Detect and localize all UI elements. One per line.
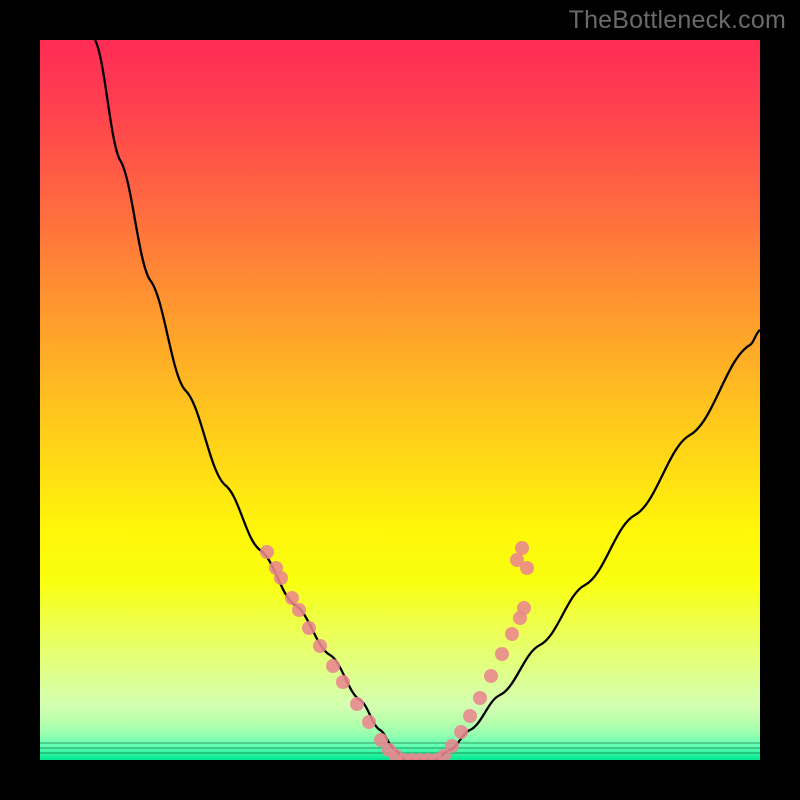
marker-dot: [274, 571, 288, 585]
curve-paths: [95, 40, 760, 760]
marker-dot: [421, 753, 435, 760]
bottom-stripe: [40, 747, 760, 749]
marker-dot: [463, 709, 477, 723]
marker-dot: [510, 553, 524, 567]
marker-dot: [382, 743, 396, 757]
markers-group: [260, 541, 534, 760]
right-curve-path: [435, 330, 760, 760]
marker-dot: [413, 753, 427, 760]
plot-area: [40, 40, 760, 760]
bottom-stripe: [40, 742, 760, 744]
left-curve-path: [95, 40, 405, 760]
glow-band: [40, 580, 760, 760]
marker-dot: [495, 647, 509, 661]
marker-dot: [515, 541, 529, 555]
bottom-stripe: [40, 752, 760, 754]
marker-dot: [397, 753, 411, 760]
marker-dot: [285, 591, 299, 605]
marker-dot: [260, 545, 274, 559]
marker-dot: [454, 725, 468, 739]
curve-svg: [40, 40, 760, 760]
marker-dot: [269, 561, 283, 575]
marker-dot: [513, 611, 527, 625]
marker-dot: [484, 669, 498, 683]
marker-dot: [313, 639, 327, 653]
marker-dot: [517, 601, 531, 615]
marker-dot: [437, 749, 451, 760]
marker-dot: [520, 561, 534, 575]
marker-dot: [292, 603, 306, 617]
marker-dot: [374, 733, 388, 747]
marker-dot: [389, 749, 403, 760]
chart-stage: TheBottleneck.com: [0, 0, 800, 800]
marker-dot: [350, 697, 364, 711]
marker-dot: [362, 715, 376, 729]
marker-dot: [505, 627, 519, 641]
marker-dot: [429, 753, 443, 760]
marker-dot: [336, 675, 350, 689]
marker-dot: [326, 659, 340, 673]
marker-dot: [445, 739, 459, 753]
marker-dot: [473, 691, 487, 705]
marker-dot: [405, 753, 419, 760]
watermark-text: TheBottleneck.com: [569, 6, 786, 35]
marker-dot: [302, 621, 316, 635]
